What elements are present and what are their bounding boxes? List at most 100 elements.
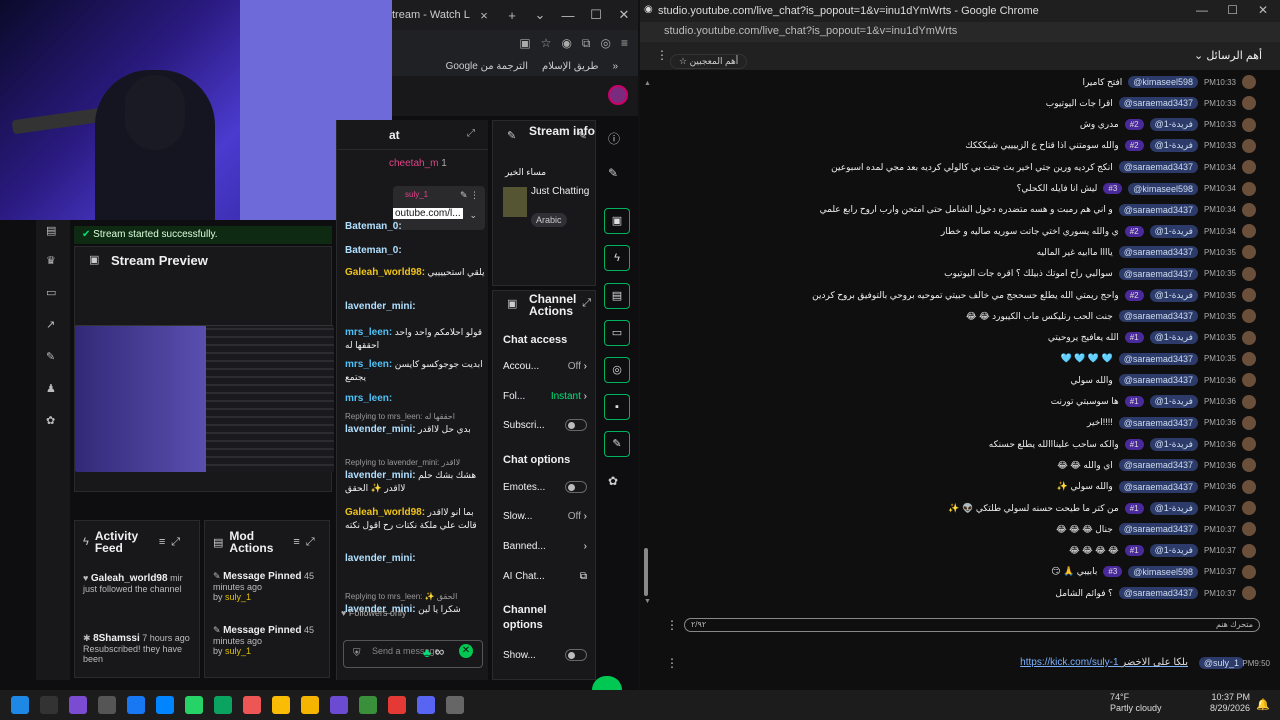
chat-username[interactable]: mrs_leen: [345,393,392,404]
avatar[interactable] [1242,266,1256,281]
chat-username[interactable]: Galeah_world98: [345,267,425,278]
target-button[interactable]: ◎ [604,357,630,383]
list-button[interactable]: ▤ [604,283,630,309]
avatar[interactable] [1242,96,1256,111]
author-name[interactable]: @فريدة-1 [1149,544,1198,558]
tab-list-icon[interactable]: ⌄ [526,7,554,23]
author-name[interactable]: @saraemad3437 [1118,310,1198,323]
copilot-icon[interactable] [69,696,87,714]
author-name[interactable]: @kimaseel598 [1128,182,1198,195]
user-avatar[interactable] [608,85,628,105]
screenshot-icon[interactable]: ▣ [519,36,530,50]
scroll-down-icon[interactable]: ▼ [644,598,651,605]
avatar[interactable] [1242,437,1256,452]
mod-action-user[interactable]: suly_1 [225,592,251,602]
live-chat-message[interactable]: PM10:37 @kimaseel598 #3 😏 🙏 بابيبي [1051,562,1256,582]
profile-icon[interactable]: ◉ [561,36,571,50]
live-chat-message[interactable]: PM10:36 @فريدة-1 #1 ها سوسبتي تورنت [1051,392,1256,412]
live-chat-message[interactable]: PM10:34 @saraemad3437 و اني هم رمبت و هسه … [820,200,1256,220]
author-name[interactable]: @saraemad3437 [1118,203,1198,216]
new-tab-icon[interactable]: + [498,8,526,23]
author-name[interactable]: @saraemad3437 [1118,416,1198,429]
weather-widget[interactable]: 74°F Partly cloudy [1110,692,1162,714]
home-icon[interactable]: ▤ [46,224,60,237]
folder-icon[interactable] [301,696,319,714]
live-chat-message[interactable]: PM10:35 @saraemad3437 ياااا ماابيه غير الم… [1037,242,1256,262]
author-name[interactable]: @saraemad3437 [1118,374,1198,387]
edit-icon[interactable]: ✎ [608,166,618,180]
more-options-icon[interactable]: ⋮ [656,48,668,62]
author-name[interactable]: @saraemad3437 [1118,587,1198,600]
chat-button[interactable]: ▭ [604,320,630,346]
live-chat-message[interactable]: PM10:37 @فريدة-1 #1 😂 😂 😂 😂 [1069,541,1256,561]
emote-icon[interactable]: ♣ [423,646,431,660]
author-name[interactable]: @saraemad3437 [1118,523,1198,536]
info-icon[interactable]: ⓘ [608,130,620,147]
youtube-icon[interactable] [388,696,406,714]
subscribers-only-toggle[interactable] [565,419,587,431]
author-name[interactable]: @kimaseel598 [1128,76,1198,88]
stream-tag[interactable]: Arabic [531,213,567,227]
app-icon[interactable] [243,696,261,714]
minimize-icon[interactable]: — [554,8,582,23]
avatar[interactable] [1242,522,1256,537]
live-chat-message[interactable]: PM10:36 @فريدة-1 #1 والكه ساحب علينااالله ي… [989,434,1256,454]
avatar[interactable] [1242,564,1256,579]
edit-icon[interactable]: ✎ [578,129,587,142]
xbox-icon[interactable] [359,696,377,714]
scroll-up-icon[interactable]: ▲ [644,80,651,87]
followers-only-row[interactable]: Fol... Instant › [503,391,587,402]
live-chat-message[interactable]: PM10:36 @saraemad3437 😂 😂 اي والله [1057,455,1256,475]
stream-category[interactable]: Just Chatting [531,185,591,198]
avatar[interactable] [1242,309,1256,324]
live-chat-message[interactable]: PM10:34 @saraemad3437 انكج كرديه ورين جتي … [831,157,1256,177]
bookmark-translate[interactable]: Google الترجمة من [446,61,528,72]
live-chat-message[interactable]: PM10:35 @saraemad3437 😂 😂 جنت الحب رتليكس … [966,306,1256,326]
live-chat-message[interactable]: PM10:34 @kimaseel598 #3 ليش انا فايله الكحل… [1017,179,1256,199]
live-chat-message[interactable]: PM10:33 @فريدة-1 #2 مدري وش [1080,115,1256,135]
author-name[interactable]: @فريدة-1 [1149,501,1198,515]
live-chat-message[interactable]: PM10:33 @saraemad3437 اقرا جات اليوتيوب [1046,93,1256,113]
maximize-icon[interactable]: ☐ [582,7,610,23]
chat-username[interactable]: Galeah_world98: [345,507,425,518]
account-age-row[interactable]: Accou... Off › [503,361,587,372]
live-chat-message[interactable]: PM10:36 @saraemad3437 ✨ والله سولي [1057,477,1256,497]
avatar[interactable] [1242,245,1256,260]
pinned-link[interactable]: https://kick.com/suly-1 بلكا على الاخضر [1020,657,1188,668]
avatar[interactable] [1242,394,1256,409]
activity-user[interactable]: 8Shamssi [93,633,140,644]
menu-icon[interactable]: ≡ [621,36,628,50]
avatar[interactable] [1242,351,1256,366]
banned-words-row[interactable]: Banned... › [503,541,587,552]
author-name[interactable]: @saraemad3437 [1118,352,1198,365]
top-fans-chip[interactable]: ☆ أهم المعجبين [670,54,748,69]
facebook-icon[interactable] [127,696,145,714]
live-chat-message[interactable]: PM10:37 @saraemad3437 😂 😂 😂 جنال [1056,519,1256,539]
author-name[interactable]: @kimaseel598 [1128,565,1198,578]
avatar[interactable] [1242,160,1256,175]
clip-button[interactable]: ▣ [604,208,630,234]
tools-icon[interactable]: ✎ [46,350,60,363]
author-name[interactable]: @فريدة-1 [1149,118,1198,132]
chat-username[interactable]: lavender_mini: [345,424,416,435]
popout-icon[interactable]: ⤢ [467,128,475,139]
pinned-user[interactable]: @suly_1 [1198,657,1244,669]
live-chat-message[interactable]: PM10:35 @فريدة-1 #2 واحج ريمتي الله يطلع حس… [812,285,1256,305]
chat-username[interactable]: lavender_mini: [345,301,416,312]
activity-user[interactable]: Galeah_world98 [91,573,168,584]
scrollbar-thumb[interactable] [644,548,648,596]
trophy-icon[interactable]: ♛ [46,254,60,267]
more-options-icon[interactable]: ⋮ [666,618,678,632]
avatar[interactable] [1242,415,1256,430]
author-name[interactable]: @saraemad3437 [1118,246,1198,259]
author-name[interactable]: @saraemad3437 [1118,161,1198,174]
author-name[interactable]: @فريدة-1 [1149,331,1198,345]
live-chat-message[interactable]: PM10:35 @saraemad3437 🩵 🩵 🩵 🩵 [1060,349,1256,369]
wrench-button[interactable]: ✎ [604,431,630,457]
avatar[interactable] [1242,224,1256,239]
top-chat-dropdown[interactable]: ⌄ أهم الرسائل [1194,49,1262,62]
avatar[interactable] [1242,479,1256,494]
send-icon[interactable]: ✕ [459,644,473,658]
bookmark-islam[interactable]: طريق الإسلام [542,61,598,72]
pinned-card-link[interactable]: outube.com/l... [393,208,463,219]
